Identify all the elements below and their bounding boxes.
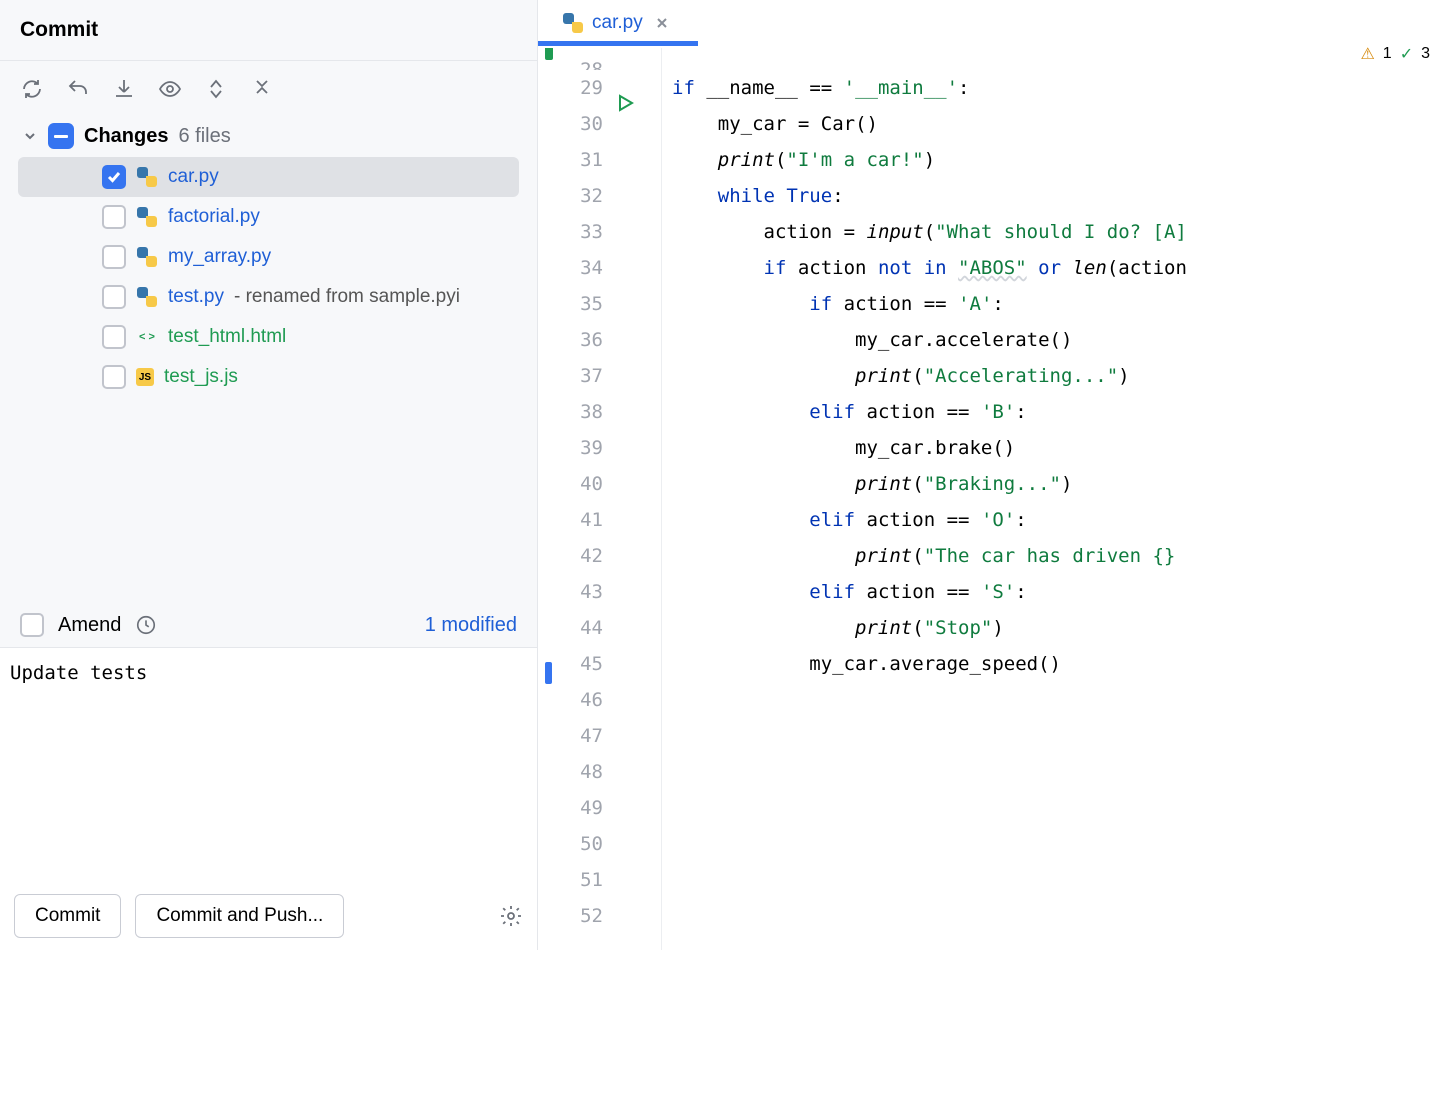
chevron-down-icon (22, 128, 38, 144)
run-gutter-icon[interactable] (616, 88, 634, 124)
file-row[interactable]: factorial.py (90, 197, 519, 237)
rollback-icon[interactable] (66, 77, 90, 101)
changes-header[interactable]: Changes 6 files (0, 113, 537, 157)
file-name: test_js.js (164, 366, 238, 388)
python-icon (136, 166, 158, 188)
python-icon (136, 206, 158, 228)
file-name: test.py (168, 286, 224, 308)
amend-label: Amend (58, 614, 121, 637)
file-name: factorial.py (168, 206, 260, 228)
file-name: my_array.py (168, 246, 271, 268)
file-checkbox[interactable] (102, 245, 126, 269)
history-icon[interactable] (135, 614, 157, 636)
file-checkbox[interactable] (102, 165, 126, 189)
editor-tab-bar: car.py (538, 0, 1246, 48)
file-row[interactable]: car.py (18, 157, 519, 197)
bottom-bar: Commit Commit and Push... (0, 882, 537, 950)
gear-icon[interactable] (499, 904, 523, 928)
changes-checkbox-mixed[interactable] (48, 123, 74, 149)
python-icon (562, 12, 584, 34)
file-note: - renamed from sample.pyi (234, 286, 460, 308)
python-icon (136, 286, 158, 308)
preview-diff-icon[interactable] (158, 77, 182, 101)
file-name: car.py (168, 166, 219, 188)
python-icon (136, 246, 158, 268)
tab-label: car.py (592, 12, 643, 34)
close-icon[interactable] (655, 16, 669, 30)
code-editor[interactable]: 2829303132333435363738394041424344454647… (538, 48, 1246, 950)
file-checkbox[interactable] (102, 365, 126, 389)
gutter-marker-blue (545, 662, 552, 684)
tab-car-py[interactable]: car.py (556, 6, 675, 40)
file-row[interactable]: test.py - renamed from sample.pyi (90, 277, 519, 317)
collapse-icon[interactable] (250, 77, 274, 101)
modified-count[interactable]: 1 modified (425, 614, 517, 637)
shelve-icon[interactable] (112, 77, 136, 101)
commit-message-input[interactable]: Update tests (0, 647, 537, 882)
file-checkbox[interactable] (102, 325, 126, 349)
commit-and-push-button[interactable]: Commit and Push... (135, 894, 344, 938)
file-checkbox[interactable] (102, 205, 126, 229)
panel-title: Commit (0, 0, 537, 61)
refresh-icon[interactable] (20, 77, 44, 101)
file-row[interactable]: < > test_html.html (90, 317, 519, 357)
html-icon: < > (136, 326, 158, 348)
commit-button[interactable]: Commit (14, 894, 121, 938)
file-row[interactable]: my_array.py (90, 237, 519, 277)
changes-count: 6 files (178, 125, 230, 148)
file-list: car.py factorial.py my_array.py test.py - r… (0, 157, 537, 397)
tab-underline (538, 41, 698, 46)
file-checkbox[interactable] (102, 285, 126, 309)
gutter: 2829303132333435363738394041424344454647… (538, 48, 662, 950)
file-row[interactable]: JS test_js.js (90, 357, 519, 397)
changes-label: Changes (84, 125, 168, 148)
group-by-icon[interactable] (204, 77, 228, 101)
amend-checkbox[interactable] (20, 613, 44, 637)
amend-row: Amend 1 modified (0, 603, 537, 647)
file-name: test_html.html (168, 326, 286, 348)
commit-toolbar (0, 61, 537, 113)
js-icon: JS (136, 368, 154, 386)
editor-panel: car.py ⚠ 1 ✓ 3 2829303132333435363738394… (538, 0, 1246, 950)
code-area[interactable]: if __name__ == '__main__': my_car = Car(… (662, 48, 1187, 950)
commit-panel: Commit Changes 6 files car.py factorial.p… (0, 0, 538, 950)
gutter-marker-green (545, 48, 553, 60)
